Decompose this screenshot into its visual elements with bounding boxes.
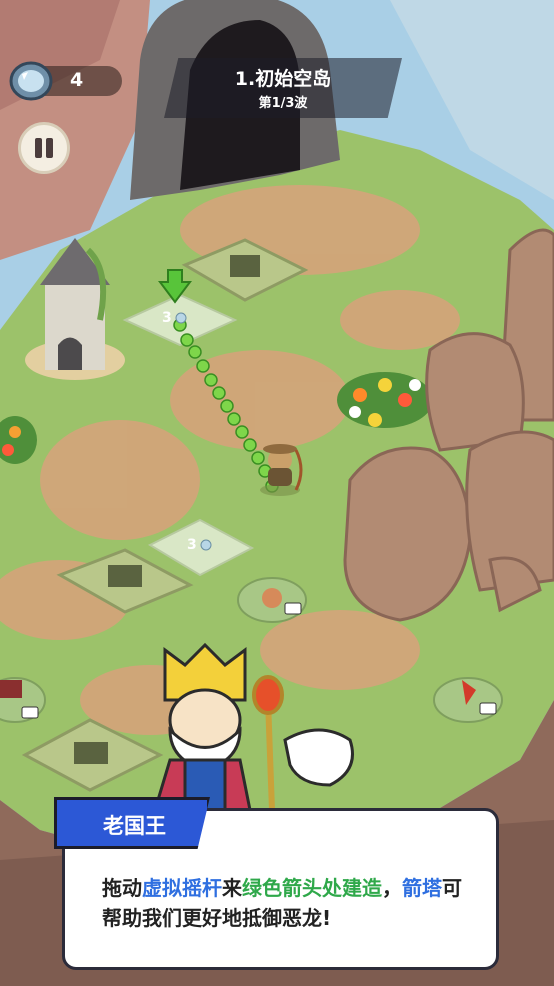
speaker-name: 老国王 xyxy=(103,814,166,838)
dialog-segment-highlight: 绿色箭头处建造 xyxy=(242,876,382,900)
pause-button[interactable] xyxy=(18,122,70,174)
dialog-text: 拖动虚拟摇杆来绿色箭头处建造，箭塔可帮助我们更好地抵御恶龙! xyxy=(102,873,478,933)
build-cost-2[interactable]: 3 xyxy=(187,537,197,553)
gem-counter: 4 xyxy=(8,60,122,102)
dialog-segment-highlight: 箭塔 xyxy=(402,876,442,900)
wave-label: 第1/3波 xyxy=(258,96,308,111)
build-cost-1[interactable]: 3 xyxy=(162,310,172,326)
speaker-tag: 老国王 xyxy=(54,797,210,849)
dialog-segment: 拖动 xyxy=(102,876,142,900)
pause-icon-bar-right xyxy=(46,138,53,158)
dialog-segment: 来 xyxy=(222,876,242,900)
gem-count: 4 xyxy=(70,69,84,91)
level-title: 1.初始空岛 xyxy=(234,68,332,90)
dialog-segment: ， xyxy=(382,876,402,900)
dialog-segment-highlight: 虚拟摇杆 xyxy=(142,876,222,900)
gem-icon xyxy=(9,61,53,101)
pause-icon-bar-left xyxy=(35,138,42,158)
level-banner: 1.初始空岛 第1/3波 xyxy=(164,58,402,118)
